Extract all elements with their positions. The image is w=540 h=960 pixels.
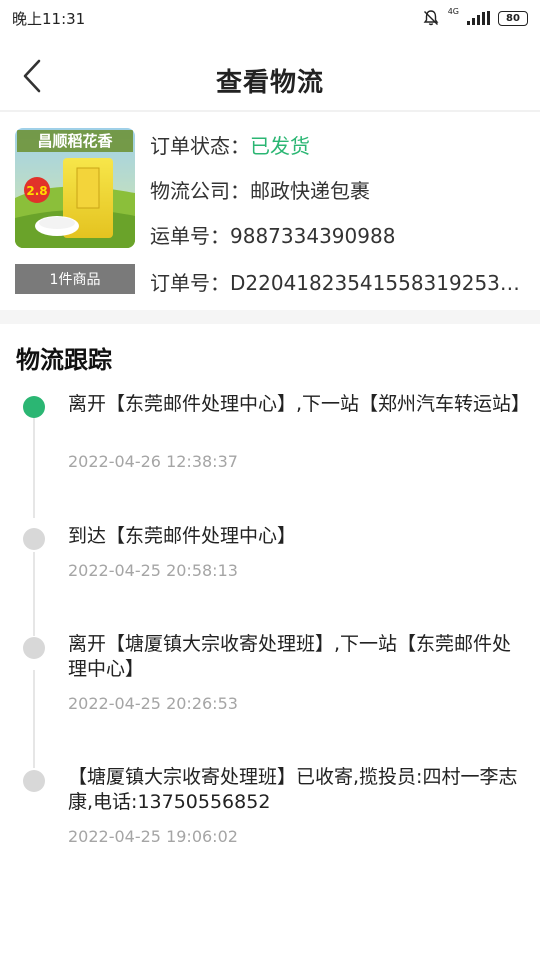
- timeline-dot: [23, 528, 45, 550]
- tracking-event-text: 离开【东莞邮件处理中心】,下一站【郑州汽车转运站】: [68, 393, 531, 415]
- product-image[interactable]: 昌顺稻花香 2.8: [15, 128, 135, 248]
- carrier-value: 邮政快递包裹: [250, 179, 370, 203]
- section-divider: [0, 310, 540, 324]
- waybill-label: 运单号：: [150, 224, 230, 248]
- tracking-event-text: 离开【塘厦镇大宗收寄处理班】,下一站【东莞邮件处理中心】: [68, 633, 512, 680]
- tracking-event-time: 2022-04-25 19:06:02: [68, 827, 238, 846]
- battery-icon: 80: [498, 10, 528, 26]
- timeline-connector: [33, 552, 35, 636]
- status-bar: 晚上11:31 4G 80: [0, 0, 540, 36]
- page-header: 查看物流: [0, 40, 540, 112]
- waybill-value: 9887334390988: [230, 224, 396, 248]
- timeline-connector: [33, 412, 35, 518]
- tracking-event-time: 2022-04-26 12:38:37: [68, 452, 238, 471]
- waybill-row: 运单号：9887334390988: [150, 220, 520, 249]
- timeline-dot-active: [23, 396, 45, 418]
- product-badge-text: 2.8: [26, 184, 47, 198]
- order-status-row: 订单状态：已发货: [150, 130, 520, 159]
- signal-icon: [467, 11, 490, 25]
- order-status-value: 已发货: [250, 134, 310, 158]
- tracking-event-time: 2022-04-25 20:26:53: [68, 694, 238, 713]
- order-number-label: 订单号：: [150, 271, 230, 295]
- status-icons: 4G 80: [422, 7, 528, 27]
- order-summary: 昌顺稻花香 2.8 1件商品 订单状态：已发货 物流公司：邮政快递包裹 运单号：…: [0, 112, 540, 312]
- order-number-row: 订单号：D220418235415583192538…: [150, 267, 520, 296]
- order-status-label: 订单状态：: [150, 134, 250, 158]
- bell-muted-icon: [423, 10, 439, 26]
- timeline-connector: [33, 670, 35, 768]
- battery-level: 80: [506, 12, 520, 24]
- item-count-label: 1件商品: [15, 264, 135, 294]
- tracking-event-time: 2022-04-25 20:58:13: [68, 561, 238, 580]
- status-time: 晚上11:31: [12, 9, 86, 28]
- carrier-label: 物流公司：: [150, 179, 250, 203]
- product-brand-text: 昌顺稻花香: [37, 132, 112, 150]
- tracking-event-text: 到达【东莞邮件处理中心】: [68, 525, 297, 547]
- tracking-title: 物流跟踪: [16, 346, 112, 374]
- timeline-dot: [23, 637, 45, 659]
- tracking-event-text: 【塘厦镇大宗收寄处理班】已收寄,揽投员:四村一李志康,电话:1375055685…: [68, 766, 518, 813]
- order-number-value: D220418235415583192538…: [230, 271, 520, 295]
- timeline-dot: [23, 770, 45, 792]
- network-type: 4G: [447, 7, 459, 16]
- page-title: 查看物流: [215, 68, 324, 98]
- carrier-row: 物流公司：邮政快递包裹: [150, 175, 520, 204]
